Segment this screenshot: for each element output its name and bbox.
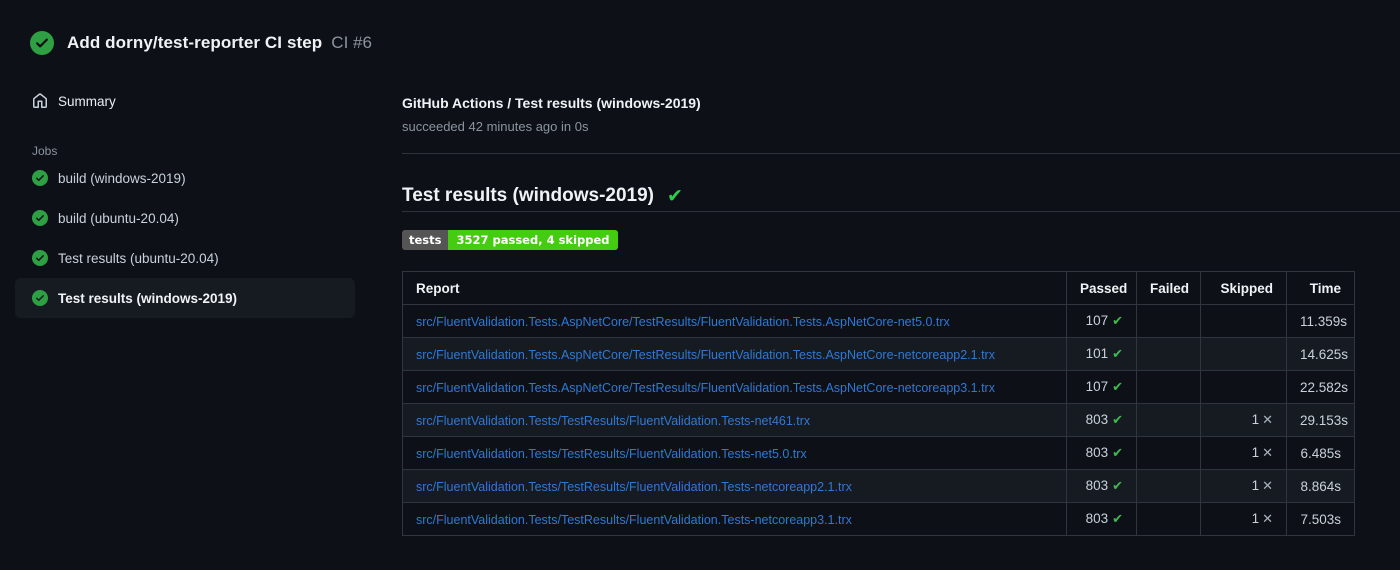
- sidebar-job-test-results-windows-2019[interactable]: Test results (windows-2019): [15, 278, 355, 318]
- report-link[interactable]: src/FluentValidation.Tests/TestResults/F…: [416, 513, 852, 527]
- report-link[interactable]: src/FluentValidation.Tests.AspNetCore/Te…: [416, 381, 995, 395]
- check-run-status: succeeded 42 minutes ago in 0s: [402, 119, 589, 134]
- check-icon: ✔: [1112, 379, 1123, 394]
- table-row: src/FluentValidation.Tests.AspNetCore/Te…: [402, 304, 1355, 338]
- skipped-count: [1200, 337, 1287, 371]
- passed-count: 803: [1085, 445, 1109, 460]
- sidebar-item-summary[interactable]: Summary: [15, 89, 402, 113]
- time-value: 7.503s: [1286, 502, 1355, 536]
- check-circle-icon: [32, 170, 48, 186]
- failed-count: [1136, 304, 1201, 338]
- tests-badge-label: tests: [402, 230, 449, 250]
- passed-count: 101: [1085, 346, 1109, 361]
- report-link[interactable]: src/FluentValidation.Tests.AspNetCore/Te…: [416, 315, 950, 329]
- jobs-sidebar: Summary Jobs build (windows-2019) build …: [0, 56, 402, 318]
- check-icon: ✔: [1112, 346, 1123, 361]
- jobs-section-label: Jobs: [32, 144, 58, 158]
- divider: [402, 153, 1400, 154]
- sidebar-job-label: build (windows-2019): [58, 170, 186, 186]
- passed-count: 803: [1085, 511, 1109, 526]
- report-link[interactable]: src/FluentValidation.Tests/TestResults/F…: [416, 414, 810, 428]
- check-icon: ✔: [1112, 478, 1123, 493]
- table-row: src/FluentValidation.Tests/TestResults/F…: [402, 469, 1355, 503]
- table-row: src/FluentValidation.Tests.AspNetCore/Te…: [402, 337, 1355, 371]
- passed-count: 107: [1085, 313, 1109, 328]
- column-header-passed: Passed: [1066, 271, 1137, 305]
- skipped-count: 1: [1251, 445, 1260, 460]
- skipped-x-icon: ✕: [1262, 412, 1273, 427]
- skipped-count: [1200, 304, 1287, 338]
- sidebar-summary-label: Summary: [58, 93, 116, 109]
- table-row: src/FluentValidation.Tests/TestResults/F…: [402, 502, 1355, 536]
- workflow-run-number: CI #6: [331, 33, 372, 52]
- failed-count: [1136, 469, 1201, 503]
- table-header-row: Report Passed Failed Skipped Time: [402, 271, 1355, 305]
- skipped-count: 1: [1251, 511, 1260, 526]
- column-header-failed: Failed: [1136, 271, 1201, 305]
- skipped-x-icon: ✕: [1262, 478, 1273, 493]
- check-icon: ✔: [1112, 412, 1123, 427]
- check-circle-icon: [32, 250, 48, 266]
- sidebar-job-build-windows-2019[interactable]: build (windows-2019): [15, 158, 355, 198]
- table-row: src/FluentValidation.Tests.AspNetCore/Te…: [402, 370, 1355, 404]
- passed-count: 803: [1085, 478, 1109, 493]
- sidebar-job-build-ubuntu-2004[interactable]: build (ubuntu-20.04): [15, 198, 355, 238]
- test-results-table: Report Passed Failed Skipped Time src/Fl…: [402, 271, 1355, 536]
- skipped-count: 1: [1251, 412, 1260, 427]
- time-value: 29.153s: [1286, 403, 1355, 437]
- table-row: src/FluentValidation.Tests/TestResults/F…: [402, 436, 1355, 470]
- check-icon: ✔: [1112, 445, 1123, 460]
- report-link[interactable]: src/FluentValidation.Tests/TestResults/F…: [416, 480, 852, 494]
- column-header-time: Time: [1286, 271, 1355, 305]
- workflow-run-header: Add dorny/test-reporter CI step CI #6: [0, 0, 1400, 56]
- failed-count: [1136, 436, 1201, 470]
- sidebar-job-test-results-ubuntu-2004[interactable]: Test results (ubuntu-20.04): [15, 238, 355, 278]
- time-value: 14.625s: [1286, 337, 1355, 371]
- section-heading-text: Test results (windows-2019): [402, 185, 654, 206]
- sidebar-job-label: Test results (ubuntu-20.04): [58, 250, 219, 266]
- check-circle-icon: [32, 290, 48, 306]
- report-link[interactable]: src/FluentValidation.Tests/TestResults/F…: [416, 447, 807, 461]
- passed-count: 107: [1085, 379, 1109, 394]
- skipped-x-icon: ✕: [1262, 445, 1273, 460]
- failed-count: [1136, 403, 1201, 437]
- check-icon: ✔: [1112, 313, 1123, 328]
- column-header-skipped: Skipped: [1200, 271, 1287, 305]
- failed-count: [1136, 370, 1201, 404]
- check-run-title: GitHub Actions / Test results (windows-2…: [402, 95, 701, 111]
- skipped-count: 1: [1251, 478, 1260, 493]
- time-value: 8.864s: [1286, 469, 1355, 503]
- time-value: 6.485s: [1286, 436, 1355, 470]
- check-circle-icon: [30, 31, 54, 55]
- skipped-count: [1200, 370, 1287, 404]
- tests-badge: tests 3527 passed, 4 skipped: [402, 230, 618, 250]
- sidebar-job-label: build (ubuntu-20.04): [58, 210, 179, 226]
- passed-count: 803: [1085, 412, 1109, 427]
- failed-count: [1136, 502, 1201, 536]
- failed-count: [1136, 337, 1201, 371]
- section-heading: Test results (windows-2019) ✔: [402, 183, 1400, 209]
- check-icon: ✔: [1112, 511, 1123, 526]
- skipped-x-icon: ✕: [1262, 511, 1273, 526]
- heading-check-icon: ✔: [667, 185, 683, 207]
- home-icon: [33, 93, 47, 108]
- tests-badge-value: 3527 passed, 4 skipped: [448, 230, 618, 250]
- divider: [402, 211, 1400, 212]
- column-header-report: Report: [402, 271, 1067, 305]
- time-value: 11.359s: [1286, 304, 1355, 338]
- table-row: src/FluentValidation.Tests/TestResults/F…: [402, 403, 1355, 437]
- time-value: 22.582s: [1286, 370, 1355, 404]
- workflow-run-title: Add dorny/test-reporter CI step: [67, 33, 323, 52]
- check-run-panel: GitHub Actions / Test results (windows-2…: [402, 56, 1400, 536]
- sidebar-job-label: Test results (windows-2019): [58, 290, 238, 306]
- report-link[interactable]: src/FluentValidation.Tests.AspNetCore/Te…: [416, 348, 995, 362]
- check-circle-icon: [32, 210, 48, 226]
